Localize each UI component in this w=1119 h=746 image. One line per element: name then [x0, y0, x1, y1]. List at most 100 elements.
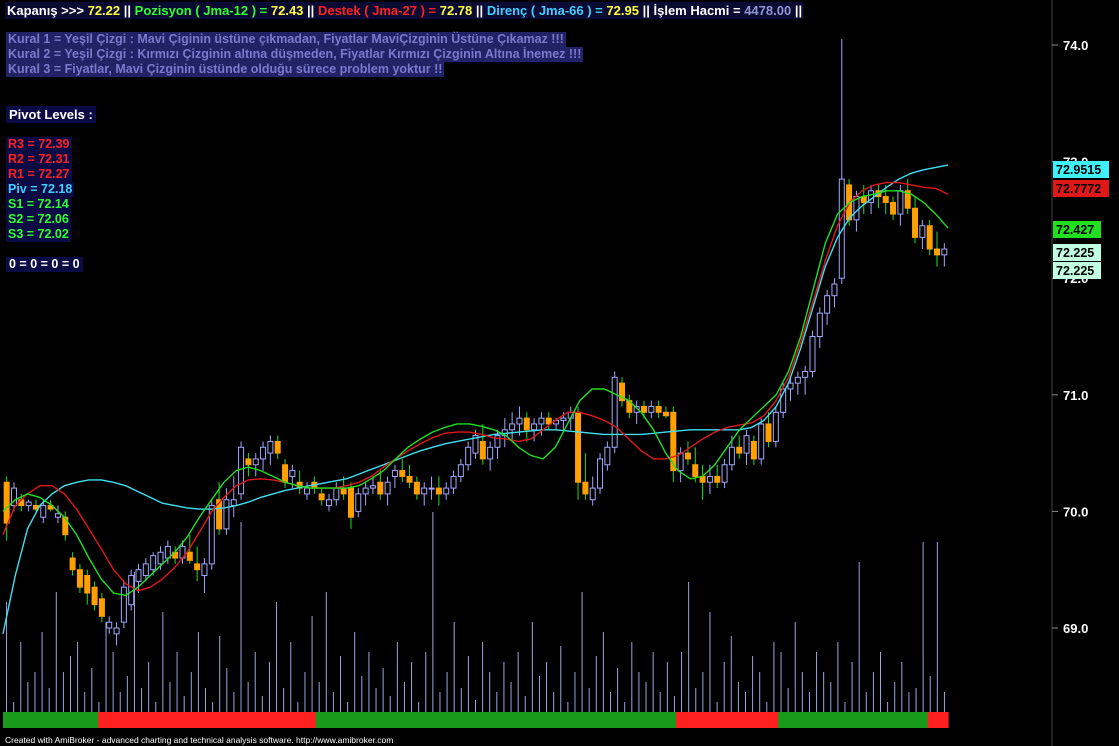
signal-band-cell	[111, 712, 120, 728]
signal-band-cell	[526, 712, 534, 728]
pivot-s1: S1 = 72.14	[6, 197, 71, 212]
signal-band-cell	[125, 712, 133, 728]
candle-body	[69, 557, 76, 571]
signal-band-cell	[200, 712, 208, 728]
candle-body	[655, 405, 662, 413]
volume-value: 4478.00	[744, 3, 792, 18]
signal-band-cell	[472, 712, 480, 728]
signal-band-cell	[920, 712, 929, 728]
price-tag-label: 72.7772	[1056, 182, 1101, 196]
signal-band-cell	[179, 712, 188, 728]
signal-band-cell	[574, 712, 582, 728]
pivot-r2: R2 = 72.31	[6, 152, 72, 167]
price-tag-label: 72.225	[1056, 264, 1094, 278]
candle-body	[560, 417, 567, 421]
signal-band-cell	[268, 712, 276, 728]
candle-body	[362, 487, 369, 495]
signal-band-cell	[220, 712, 228, 728]
sep-2: ||	[307, 3, 315, 18]
candle-body	[84, 575, 91, 594]
signal-band-cell	[404, 712, 412, 728]
signal-band-cell	[227, 712, 235, 728]
signal-band-cell	[798, 712, 806, 728]
candle-body	[765, 423, 772, 442]
candle-body	[919, 225, 926, 238]
signal-band-cell	[682, 712, 691, 728]
signal-band-cell	[186, 712, 194, 728]
candle-body	[582, 481, 589, 495]
candle-body	[194, 563, 201, 571]
signal-band-cell	[288, 712, 296, 728]
rule-3: Kural 3 = Fiyatlar, Mavi Çizginin üstünd…	[6, 62, 445, 77]
pivot-r1: R1 = 72.27	[6, 167, 72, 182]
candle-body	[91, 586, 98, 606]
candle-body	[333, 487, 340, 501]
candle-body	[538, 417, 545, 425]
candle-body	[743, 435, 750, 454]
signal-band-cell	[730, 712, 738, 728]
candle-body	[252, 458, 259, 466]
signal-band-cell	[519, 712, 528, 728]
signal-band-cell	[376, 712, 385, 728]
candle-body	[25, 501, 32, 507]
candle-body	[355, 493, 362, 512]
signal-band-cell	[132, 712, 140, 728]
signal-band-cell	[166, 712, 174, 728]
candle-body	[98, 598, 105, 617]
sep-5: ||	[794, 3, 803, 18]
candle-body	[135, 569, 142, 582]
signal-band-cell	[546, 712, 555, 728]
position-value: 72.43	[270, 3, 304, 18]
rule-2: Kural 2 = Yeşil Çizgi : Kırmızı Çizginin…	[6, 47, 584, 62]
candle-body	[106, 621, 113, 629]
signal-band-cell	[669, 712, 677, 728]
rules-panel: Kural 1 = Yeşil Çizgi : Mavi Çiginin üst…	[6, 32, 584, 77]
signal-band-cell	[234, 712, 242, 728]
candle-body	[3, 481, 10, 524]
signal-band-cell	[329, 712, 337, 728]
signal-band-cell	[757, 712, 766, 728]
candle-body	[860, 196, 867, 203]
signal-band-cell	[832, 712, 840, 728]
candle-body	[384, 481, 391, 495]
candle-body	[890, 201, 897, 215]
candle-body	[40, 505, 47, 518]
signal-band-cell	[492, 712, 500, 728]
signal-band-cell	[308, 712, 317, 728]
signal-band-cell	[587, 712, 596, 728]
candle-body	[282, 464, 289, 483]
signal-band-cell	[601, 712, 609, 728]
signal-band-cell	[16, 712, 24, 728]
candle-body	[677, 452, 684, 472]
candle-body	[413, 481, 420, 495]
signal-band-cell	[410, 712, 419, 728]
signal-band-cell	[866, 712, 874, 728]
candle-body	[831, 283, 838, 297]
signal-band-cell	[812, 712, 820, 728]
signal-band-cell	[859, 712, 868, 728]
signal-band-cell	[57, 712, 65, 728]
close-value: 72.22	[87, 3, 121, 18]
candle-body	[714, 475, 721, 483]
signal-band-cell	[846, 712, 854, 728]
candle-body	[267, 440, 274, 454]
candle-body	[604, 446, 611, 466]
signal-band-cell	[431, 712, 439, 728]
signal-band-cell	[621, 712, 630, 728]
signal-band-cell	[458, 712, 466, 728]
sep-3: ||	[475, 3, 484, 18]
signal-band-cell	[118, 712, 126, 728]
signal-band-cell	[84, 712, 92, 728]
signal-band-cell	[91, 712, 99, 728]
resistance-label: Direnç ( Jma-66 ) =	[486, 3, 603, 18]
signal-band-cell	[247, 712, 256, 728]
signal-band-cell	[818, 712, 827, 728]
price-tag-label: 72.9515	[1056, 163, 1101, 177]
signal-band-cell	[77, 712, 86, 728]
signal-band-cell	[240, 712, 249, 728]
candle-body	[809, 336, 816, 372]
signal-band-cell	[322, 712, 330, 728]
signal-band-cell	[716, 712, 725, 728]
candle-body	[721, 464, 728, 483]
signal-band-cell	[784, 712, 793, 728]
